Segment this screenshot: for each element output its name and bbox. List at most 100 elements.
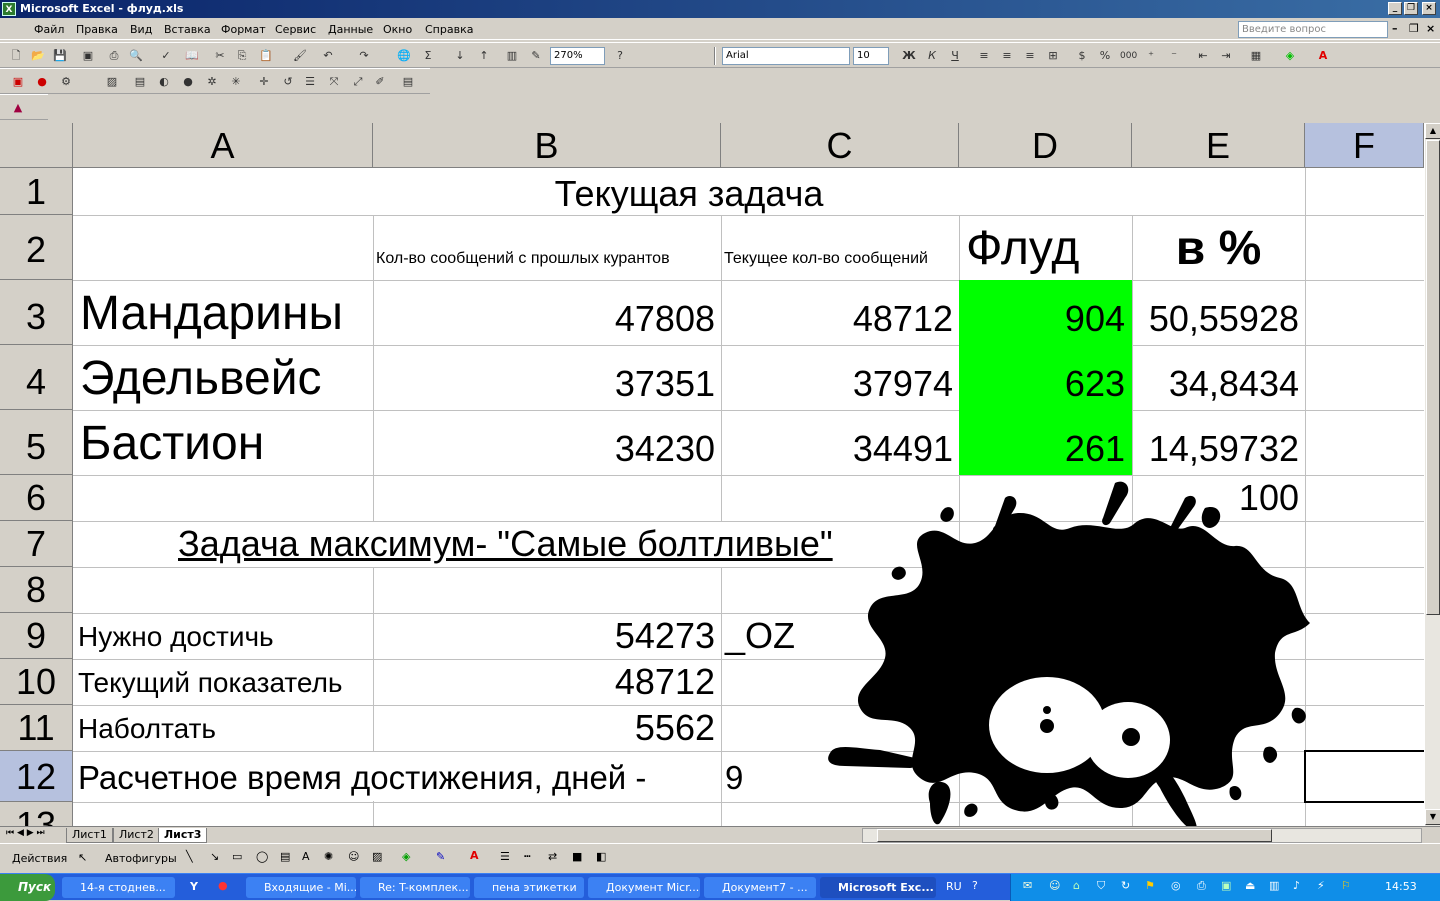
cell-a9[interactable]: Нужно достичь	[78, 621, 274, 653]
cut-icon[interactable]: ✂	[212, 48, 228, 64]
thousands-button[interactable]: 000	[1120, 48, 1137, 64]
column-header-b[interactable]: B	[373, 123, 721, 168]
textbox-icon[interactable]: ▤	[280, 850, 290, 863]
font-color-icon[interactable]: A	[1315, 48, 1331, 64]
hyperlink-icon[interactable]: 🌐	[396, 48, 412, 64]
cell-c12[interactable]: 9	[725, 759, 743, 797]
row-header-7[interactable]: 7	[0, 521, 73, 567]
line-color-icon[interactable]: ✎	[436, 850, 445, 863]
tray-mail-icon[interactable]: ✉	[1023, 879, 1032, 892]
cell-c2-header[interactable]: Текущее кол-во сообщений	[724, 250, 928, 268]
undo-icon[interactable]: ↶	[320, 48, 336, 64]
task-folder[interactable]: пена этикетки	[474, 877, 584, 898]
active-cell-f12[interactable]	[1304, 750, 1424, 803]
tab-sheet3[interactable]: Лист3	[158, 828, 208, 843]
insert-picture-icon[interactable]: ▨	[372, 850, 382, 863]
paste-icon[interactable]: 📋	[258, 48, 274, 64]
row-header-13[interactable]: 13	[0, 802, 73, 826]
autosum-icon[interactable]: Σ	[420, 48, 436, 64]
drawing-icon[interactable]: ✎	[528, 48, 544, 64]
merge-center-icon[interactable]: ⊞	[1045, 48, 1061, 64]
increase-decimal-icon[interactable]: ⁺	[1143, 48, 1159, 64]
menu-view[interactable]: Вид	[130, 23, 152, 36]
menu-data[interactable]: Данные	[328, 23, 373, 36]
line-style-icon[interactable]: ☰	[500, 850, 510, 863]
cell-a4[interactable]: Эдельвейс	[80, 351, 322, 406]
resize-icon[interactable]: ⤢	[350, 74, 366, 90]
horizontal-scrollbar[interactable]	[862, 828, 1422, 843]
worksheet-grid[interactable]: A B C D E F 1 2 3 4 5 6 7 8 9 10 11 12 1…	[0, 123, 1424, 826]
3d-icon[interactable]: ◧	[596, 850, 606, 863]
lines-icon[interactable]: ☰	[302, 74, 318, 90]
clipart-icon[interactable]: ☺	[348, 850, 359, 863]
cell-b10[interactable]: 48712	[373, 661, 715, 703]
select-objects-icon[interactable]: ↖	[78, 851, 87, 864]
cell-d3[interactable]: 904	[959, 298, 1125, 340]
task-inbox[interactable]: Входящие - Mi...	[246, 877, 356, 898]
ink-splat-picture[interactable]	[825, 478, 1315, 826]
currency-icon[interactable]: $	[1074, 48, 1090, 64]
cell-b2-header[interactable]: Кол-во сообщений с прошлых курантов	[376, 250, 670, 268]
fill-color-icon[interactable]: ◈	[1282, 48, 1298, 64]
oval-icon[interactable]: ◯	[256, 850, 268, 863]
tray-antivirus-icon[interactable]: ◎	[1171, 879, 1181, 892]
row-header-6[interactable]: 6	[0, 475, 73, 521]
zoom-select[interactable]: 270%	[550, 47, 605, 65]
row-header-11[interactable]: 11	[0, 705, 73, 751]
cell-a7-title[interactable]: Задача максимум- "Самые болтливые"	[178, 523, 833, 565]
tray-power-icon[interactable]: ⚡	[1317, 879, 1325, 892]
doc-restore-button[interactable]: ❐	[1409, 22, 1419, 35]
chart-wizard-icon[interactable]: ▥	[504, 48, 520, 64]
h-scroll-thumb[interactable]	[877, 829, 1272, 842]
scroll-down-arrow[interactable]: ▼	[1425, 809, 1440, 825]
doc-minimize-button[interactable]: –	[1392, 22, 1398, 35]
format-painter-icon[interactable]: 🖌	[292, 48, 308, 64]
increase-indent-icon[interactable]: ⇥	[1218, 48, 1234, 64]
transform-icon[interactable]: ⤧	[326, 74, 342, 90]
close-button[interactable]: ×	[1422, 2, 1436, 15]
gear-icon[interactable]: ⚙	[58, 74, 74, 90]
column-header-e[interactable]: E	[1132, 123, 1305, 168]
menu-window[interactable]: Окно	[383, 23, 412, 36]
row-header-9[interactable]: 9	[0, 613, 73, 659]
tray-shield-icon[interactable]: ⛉	[1097, 879, 1105, 893]
menu-file[interactable]: Файл	[34, 23, 64, 36]
cell-a11[interactable]: Наболтать	[78, 713, 216, 745]
task-chrome[interactable]: 14-я стоднев...	[62, 877, 175, 898]
row-header-4[interactable]: 4	[0, 345, 73, 410]
sort-asc-icon[interactable]: ↓	[452, 48, 468, 64]
preview-icon[interactable]: 🔍	[128, 48, 144, 64]
arrow-style-icon[interactable]: ⇄	[548, 850, 557, 863]
task-document7[interactable]: Документ7 - ...	[704, 877, 816, 898]
cell-a1-title[interactable]: Текущая задача	[74, 173, 1304, 215]
tray-display-icon[interactable]: ▣	[1221, 879, 1231, 892]
minimize-button[interactable]: _	[1388, 2, 1402, 15]
shadow-icon[interactable]: ■	[572, 850, 582, 863]
line-icon[interactable]: ╲	[186, 850, 193, 863]
font-size-select[interactable]: 10	[853, 47, 889, 65]
stop-icon[interactable]: ●	[34, 74, 50, 90]
macro-icon[interactable]: ▲	[10, 100, 26, 116]
fill-bucket-icon[interactable]: ◈	[402, 850, 410, 863]
tab-sheet2[interactable]: Лист2	[113, 828, 160, 843]
circle-icon[interactable]: ●	[180, 74, 196, 90]
row-header-8[interactable]: 8	[0, 567, 73, 613]
star-icon[interactable]: ✲	[204, 74, 220, 90]
cell-e4[interactable]: 34,8434	[1132, 363, 1299, 405]
row-header-10[interactable]: 10	[0, 659, 73, 705]
help-tray-icon[interactable]: ?	[972, 879, 978, 892]
permission-icon[interactable]: ▣	[80, 48, 96, 64]
font-name-select[interactable]: Arial	[722, 47, 850, 65]
cell-d4[interactable]: 623	[959, 363, 1125, 405]
move-icon[interactable]: ✛	[256, 74, 272, 90]
research-icon[interactable]: 📖	[184, 48, 200, 64]
layout-icon[interactable]: ▤	[132, 74, 148, 90]
task-reply[interactable]: Re: T-комплек...	[360, 877, 470, 898]
cell-b3[interactable]: 47808	[373, 298, 715, 340]
cell-b5[interactable]: 34230	[373, 428, 715, 470]
menu-insert[interactable]: Вставка	[164, 23, 211, 36]
cell-a10[interactable]: Текущий показатель	[78, 667, 343, 699]
column-header-c[interactable]: C	[721, 123, 959, 168]
column-header-a[interactable]: A	[73, 123, 373, 168]
menu-format[interactable]: Формат	[221, 23, 266, 36]
